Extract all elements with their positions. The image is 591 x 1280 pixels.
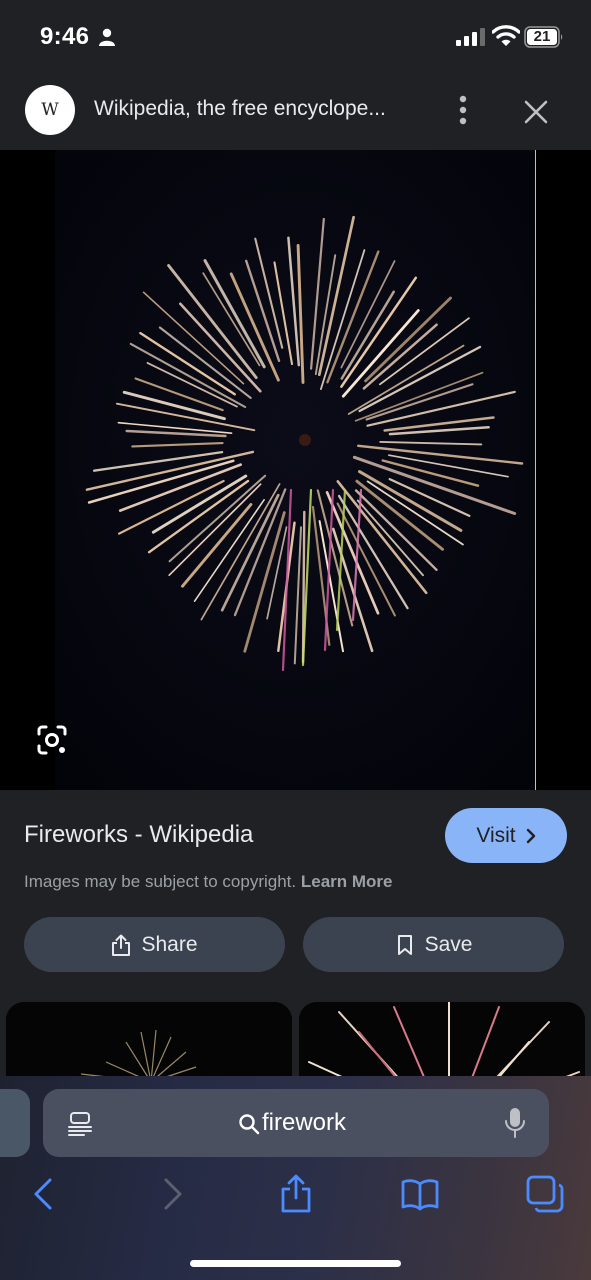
share-icon <box>112 934 131 956</box>
address-text[interactable]: firework <box>262 1109 346 1137</box>
wifi-icon <box>492 25 520 46</box>
more-icon[interactable] <box>450 94 476 126</box>
status-time: 9:46 <box>40 23 90 50</box>
search-icon <box>239 1114 260 1135</box>
copyright-text: Images may be subject to copyright. <box>24 872 297 891</box>
mic-icon[interactable] <box>504 1107 526 1139</box>
visit-button-label: Visit <box>476 823 516 847</box>
chevron-right-icon <box>526 828 535 843</box>
close-icon[interactable] <box>520 96 552 128</box>
copyright-notice: Images may be subject to copyright. Lear… <box>24 872 393 892</box>
home-indicator[interactable] <box>190 1260 401 1267</box>
person-icon <box>99 28 115 46</box>
status-bar: 9:46 21 <box>0 0 591 74</box>
share-nav-icon[interactable] <box>276 1174 316 1214</box>
browser-toolbar: firework <box>0 1076 591 1280</box>
signal-icon <box>456 28 485 46</box>
share-button[interactable]: Share <box>24 917 285 972</box>
site-logo[interactable]: W <box>25 85 75 135</box>
visit-button[interactable]: Visit <box>445 808 567 863</box>
image-edge <box>535 150 536 790</box>
forward-icon <box>164 1178 182 1210</box>
address-bar[interactable]: firework <box>43 1089 549 1157</box>
learn-more-link[interactable]: Learn More <box>301 872 393 891</box>
bookmark-icon <box>397 934 412 955</box>
result-title[interactable]: Fireworks - Wikipedia <box>24 821 253 849</box>
battery-level: 21 <box>533 28 551 45</box>
lens-icon[interactable] <box>36 724 68 756</box>
firework-image[interactable] <box>55 150 535 790</box>
save-button[interactable]: Save <box>303 917 564 972</box>
previous-tab-preview[interactable] <box>0 1089 30 1157</box>
viewer-header: W Wikipedia, the free encyclope... <box>0 74 591 150</box>
bookmarks-icon[interactable] <box>400 1174 440 1214</box>
save-button-label: Save <box>424 932 473 956</box>
share-button-label: Share <box>141 932 198 956</box>
reader-icon[interactable] <box>66 1110 94 1138</box>
back-icon[interactable] <box>24 1174 64 1214</box>
image-viewer[interactable] <box>0 150 591 790</box>
tabs-icon[interactable] <box>525 1174 565 1214</box>
site-title[interactable]: Wikipedia, the free encyclope... <box>94 97 424 121</box>
